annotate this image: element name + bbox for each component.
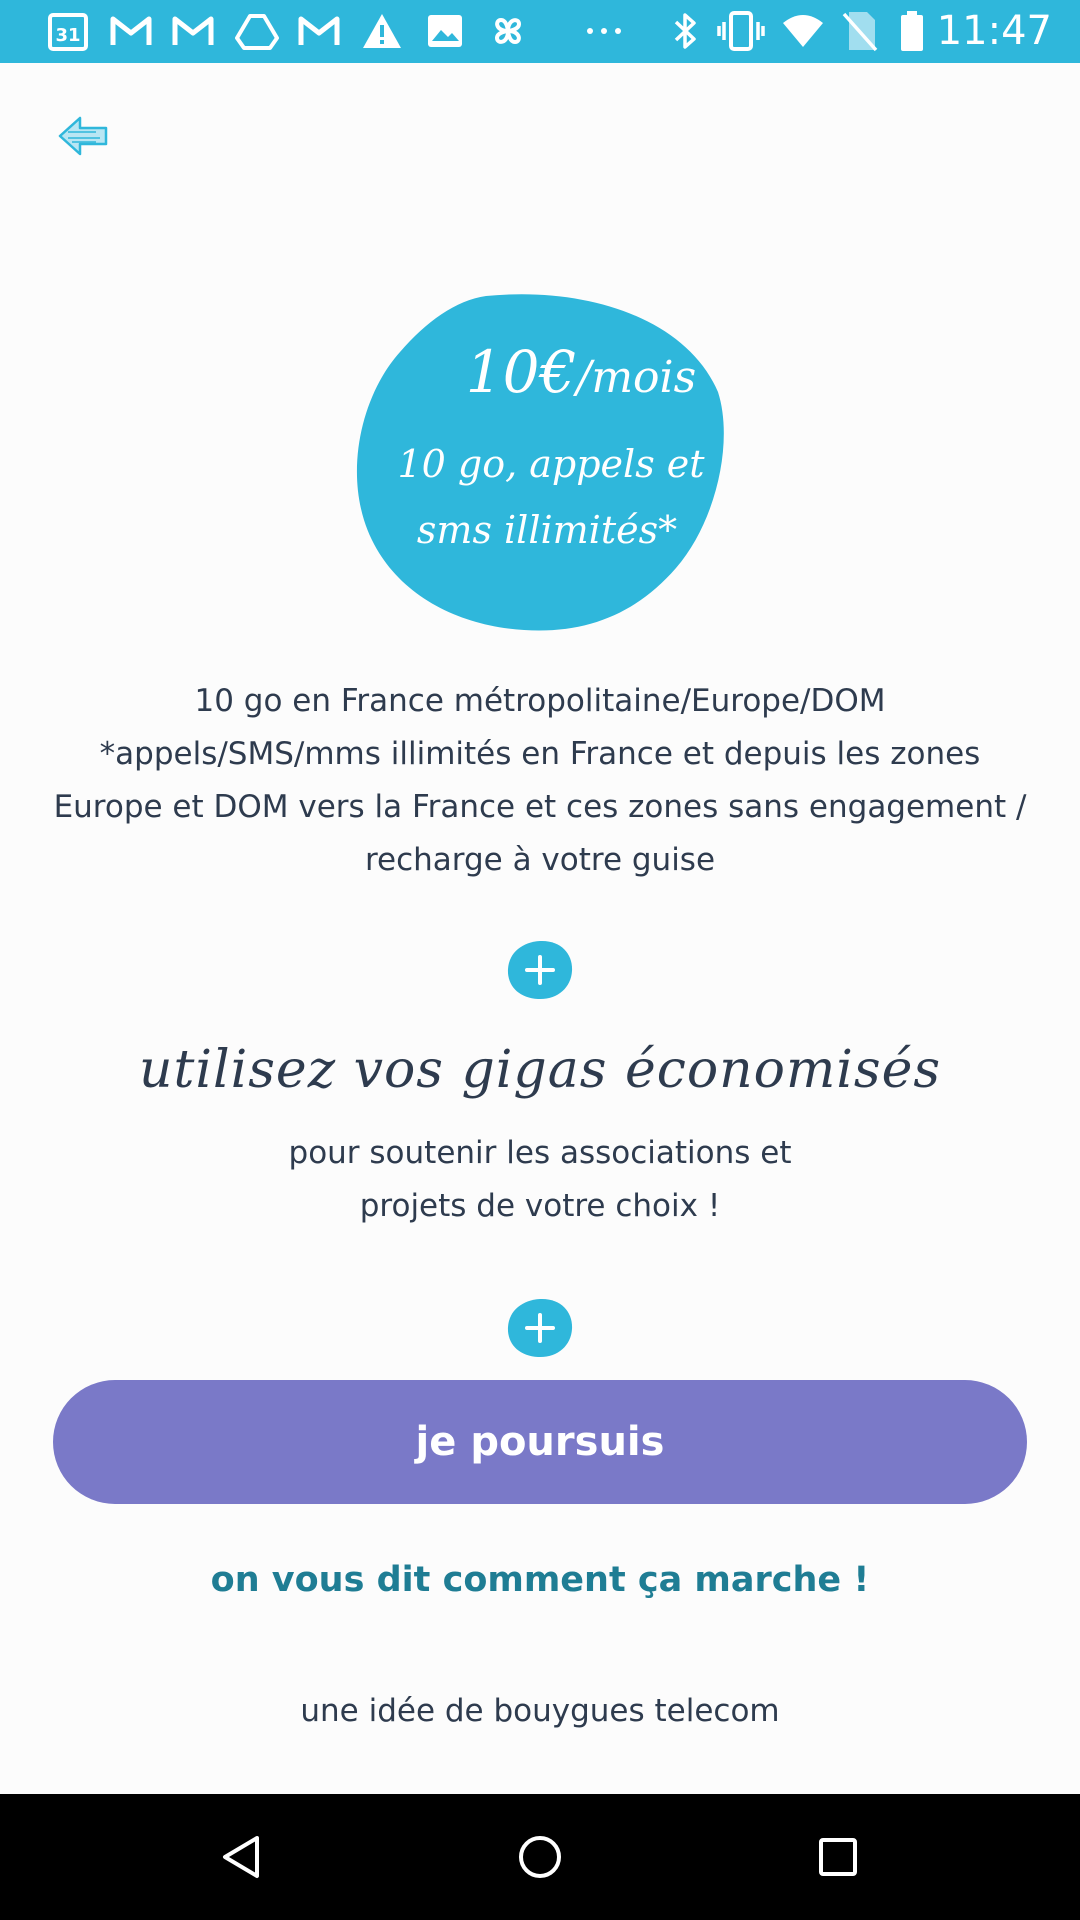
offer-price: 10€/mois	[396, 338, 766, 406]
subtitle-line: pour soutenir les associations et	[288, 1135, 792, 1171]
battery-icon	[898, 9, 926, 53]
subtitle-line: projets de votre choix !	[359, 1188, 721, 1224]
continue-button[interactable]: je poursuis	[53, 1380, 1027, 1504]
gmail-icon	[296, 9, 342, 53]
description-line: *appels/SMS/mms illimités en France et d…	[99, 736, 981, 772]
offer-badge: 10€/mois 10 go, appels et sms illimités*	[356, 292, 726, 634]
back-button[interactable]	[56, 112, 112, 160]
wifi-icon	[780, 9, 826, 53]
description-line: 10 go en France métropolitaine/Europe/DO…	[194, 683, 886, 719]
offer-description: 10 go en France métropolitaine/Europe/DO…	[40, 675, 1040, 887]
description-line: Europe et DOM vers la France et ces zone…	[53, 789, 1027, 825]
photos-icon	[424, 9, 466, 53]
warning-icon	[360, 9, 404, 53]
drive-icon	[234, 9, 280, 53]
nav-home-button[interactable]	[505, 1822, 575, 1892]
no-sim-icon	[840, 9, 880, 53]
calendar-icon: 31	[46, 9, 90, 53]
nav-recents-button[interactable]	[803, 1822, 873, 1892]
footer-credit: une idée de bouygues telecom	[300, 1693, 780, 1729]
back-arrow-icon	[58, 116, 108, 156]
status-time: 11:47	[936, 8, 1052, 54]
description-line: recharge à votre guise	[364, 842, 716, 878]
gmail-icon	[170, 9, 216, 53]
more-icon	[584, 9, 624, 53]
bluetooth-icon	[670, 9, 702, 53]
how-it-works-link[interactable]: on vous dit comment ça marche !	[40, 1560, 1040, 1600]
status-bar: 31 11:47	[0, 0, 1080, 63]
nav-home-icon	[519, 1836, 561, 1878]
vibrate-icon	[716, 9, 766, 53]
navigation-bar	[0, 1794, 1080, 1920]
pinwheel-icon	[486, 9, 530, 53]
nav-recents-icon	[819, 1838, 857, 1876]
offer-line-3: sms illimités*	[416, 508, 678, 552]
nav-back-icon	[223, 1836, 259, 1878]
offer-price-value: 10€	[465, 338, 577, 406]
gmail-icon	[108, 9, 154, 53]
calendar-day: 31	[55, 25, 80, 46]
plus-icon	[505, 1296, 575, 1360]
giga-headline: utilisez vos gigas économisés	[138, 1040, 942, 1100]
giga-subtitle: pour soutenir les associations et projet…	[40, 1127, 1040, 1233]
offer-line-2: 10 go, appels et	[397, 442, 705, 486]
offer-price-unit: /mois	[576, 352, 697, 403]
nav-back-button[interactable]	[206, 1822, 276, 1892]
plus-icon	[505, 938, 575, 1002]
